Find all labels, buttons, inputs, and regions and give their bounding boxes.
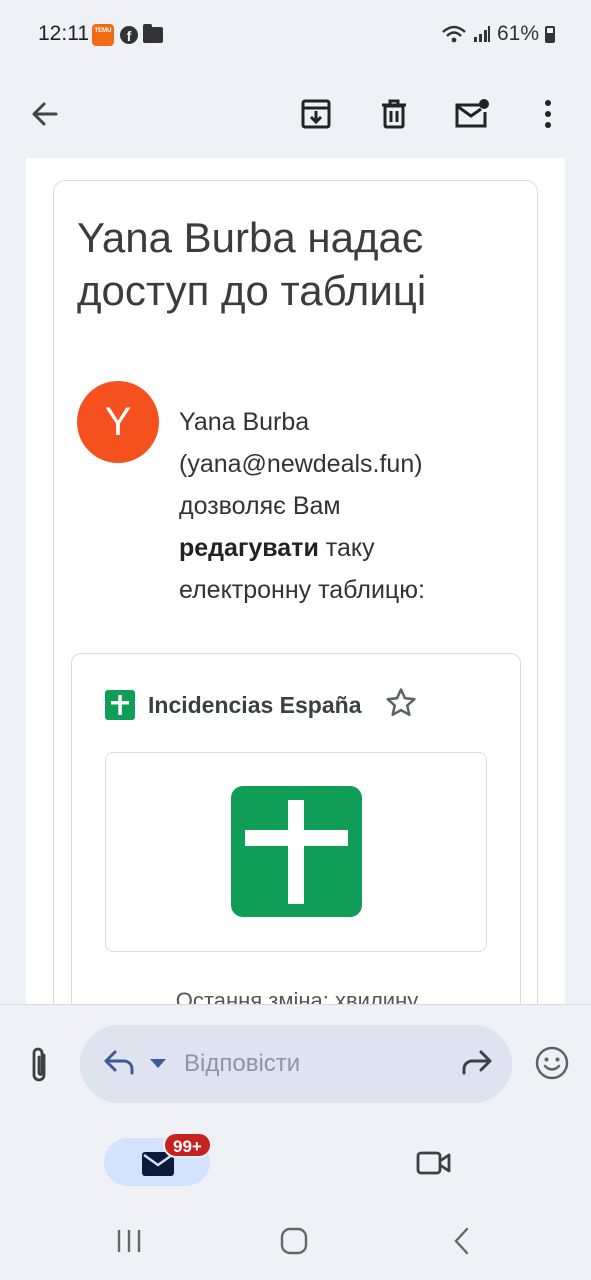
arrow-left-icon bbox=[32, 102, 58, 126]
file-name[interactable]: Incidencias España bbox=[148, 692, 361, 719]
forward-icon[interactable] bbox=[460, 1047, 494, 1077]
video-camera-icon bbox=[416, 1151, 451, 1175]
reply-input[interactable]: Відповісти bbox=[80, 1025, 512, 1103]
reply-placeholder[interactable]: Відповісти bbox=[184, 1050, 300, 1078]
reply-icon[interactable] bbox=[102, 1047, 136, 1077]
meet-tab[interactable] bbox=[402, 1138, 466, 1186]
message-text: дозволяє Вам bbox=[179, 492, 341, 520]
back-button[interactable] bbox=[17, 86, 73, 142]
wifi-icon bbox=[442, 25, 466, 43]
archive-icon bbox=[301, 99, 331, 129]
status-right: 61% bbox=[441, 22, 555, 46]
bottom-navigation: 99+ bbox=[0, 1122, 591, 1280]
chevron-down-icon[interactable] bbox=[150, 1059, 166, 1068]
temu-app-icon: TEMU bbox=[92, 24, 114, 46]
signal-icon bbox=[473, 26, 490, 42]
mark-unread-button[interactable] bbox=[444, 86, 500, 142]
email-body: Yana Burba надає доступ до таблиці Y Yan… bbox=[26, 158, 565, 1004]
more-options-button[interactable] bbox=[520, 86, 576, 142]
trash-icon bbox=[382, 99, 406, 129]
status-bar: 12:11 TEMU f 61% bbox=[0, 0, 591, 70]
recent-apps-icon[interactable] bbox=[114, 1226, 144, 1256]
system-back-icon[interactable] bbox=[447, 1226, 477, 1256]
battery-percent: 61% bbox=[496, 22, 539, 45]
delete-button[interactable] bbox=[366, 86, 422, 142]
sheets-large-icon bbox=[231, 786, 362, 917]
file-card[interactable]: Incidencias España Остання зміна: хвилин… bbox=[71, 653, 521, 1004]
home-icon[interactable] bbox=[279, 1226, 309, 1256]
folder-icon bbox=[143, 24, 163, 43]
permission-level: редагувати bbox=[179, 534, 319, 562]
more-vert-icon bbox=[545, 100, 551, 128]
file-preview[interactable] bbox=[105, 752, 487, 952]
unread-count-badge: 99+ bbox=[163, 1132, 212, 1158]
sender-name: Yana Burba bbox=[179, 408, 310, 436]
reply-bar: Відповісти bbox=[0, 1004, 591, 1122]
email-toolbar bbox=[0, 70, 591, 158]
status-time: 12:11 bbox=[38, 22, 89, 45]
attachment-icon[interactable] bbox=[24, 1045, 56, 1085]
share-card: Yana Burba надає доступ до таблиці Y Yan… bbox=[53, 180, 538, 1004]
facebook-icon: f bbox=[120, 26, 138, 44]
last-modified: Остання зміна: хвилину bbox=[175, 988, 419, 1004]
mark-unread-icon bbox=[455, 99, 489, 128]
sender-email[interactable]: (yana@newdeals.fun) bbox=[179, 450, 423, 478]
emoji-icon[interactable] bbox=[534, 1045, 570, 1081]
avatar: Y bbox=[77, 381, 159, 463]
star-icon[interactable] bbox=[384, 686, 418, 720]
sheets-icon bbox=[105, 690, 135, 720]
battery-icon bbox=[545, 25, 555, 43]
email-title: Yana Burba надає доступ до таблиці bbox=[77, 214, 427, 314]
share-message: Yana Burba (yana@newdeals.fun) дозволяє … bbox=[179, 401, 509, 611]
archive-button[interactable] bbox=[288, 86, 344, 142]
